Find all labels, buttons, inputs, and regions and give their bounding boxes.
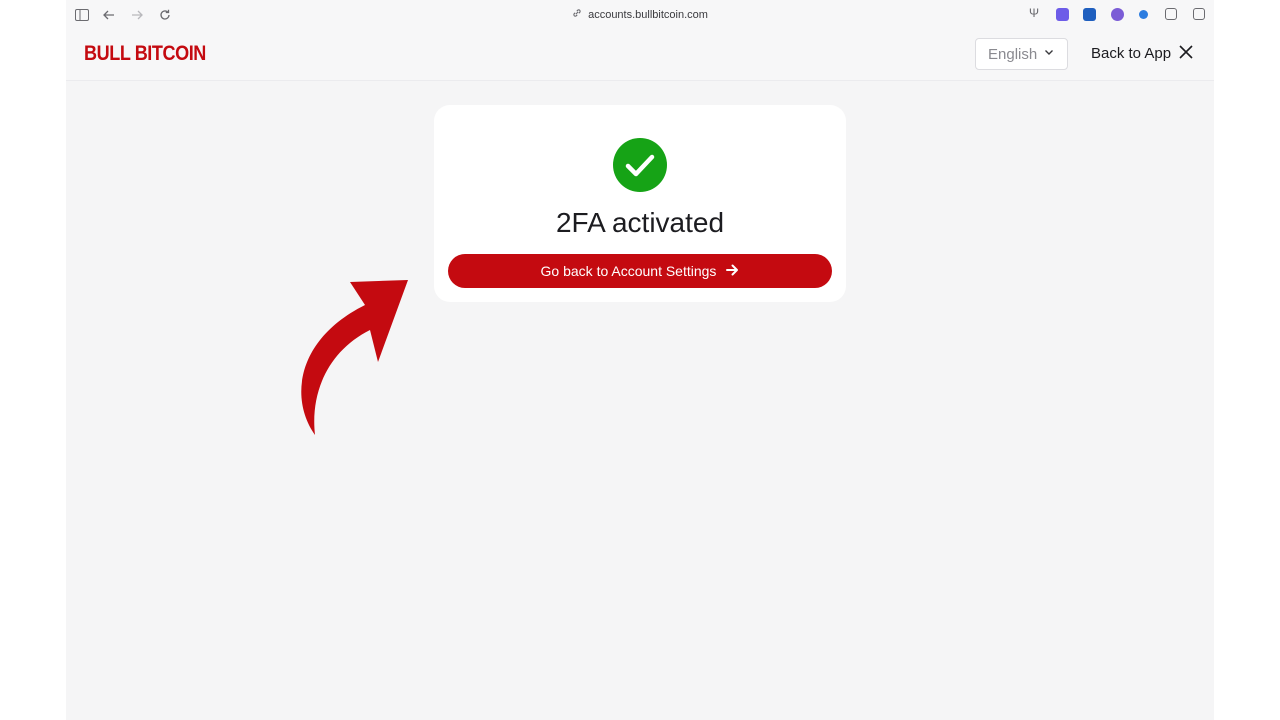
back-to-app-link[interactable]: Back to App [1091,44,1193,62]
success-check-icon [613,138,667,192]
site-header: BULL BITCOIN English Back to App [66,30,1214,81]
reader-icon[interactable] [1165,8,1177,20]
bull-bitcoin-logo[interactable]: BULL BITCOIN [84,42,206,66]
extension-circle-icon[interactable] [1111,8,1124,21]
button-label: Go back to Account Settings [540,263,717,279]
extension-dot-icon[interactable] [1139,10,1148,19]
browser-window: accounts.bullbitcoin.com Ψ BULL BITCOIN … [66,0,1214,720]
extension-shield-icon[interactable] [1083,8,1096,21]
arrow-right-icon [726,263,739,280]
go-back-to-account-settings-button[interactable]: Go back to Account Settings [448,254,832,288]
chevron-down-icon [1044,47,1054,59]
back-to-app-label: Back to App [1091,44,1172,62]
close-icon [1179,44,1193,62]
extension-trident-icon[interactable]: Ψ [1029,6,1042,20]
split-view-icon[interactable] [1193,8,1205,20]
url-text: accounts.bullbitcoin.com [588,9,708,21]
success-card: 2FA activated Go back to Account Setting… [434,105,846,302]
browser-toolbar: accounts.bullbitcoin.com Ψ [66,0,1214,30]
extension-gear-icon[interactable] [1056,8,1069,21]
page-title: 2FA activated [555,207,725,238]
link-icon [572,8,582,21]
annotation-arrow-icon [301,280,408,435]
language-value: English [988,45,1038,63]
language-select[interactable]: English [975,38,1068,70]
